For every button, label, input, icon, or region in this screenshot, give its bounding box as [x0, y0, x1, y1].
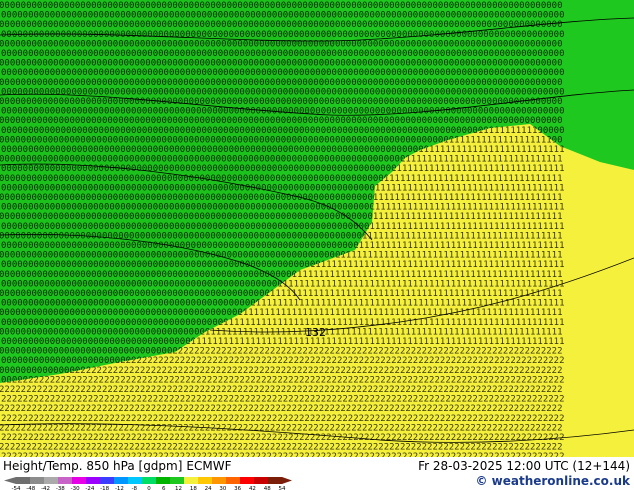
map-canvas: 0000000000000000000000000000000000000000… — [0, 0, 634, 457]
colorbar-tick-label: 30 — [219, 486, 226, 490]
colorbar-tick-label: -8 — [131, 486, 137, 490]
weather-map: 0000000000000000000000000000000000000000… — [0, 0, 634, 457]
colorbar-tick-label: -18 — [100, 486, 109, 490]
digit-row: 2222222222222222222222222222222222222222… — [0, 423, 563, 433]
colorbar-tick-label: 6 — [162, 486, 166, 490]
digit-row: 2222222222222222222222222222222222222222… — [1, 395, 565, 405]
digit-row: 0000000000000000000000000000000000000000… — [0, 116, 563, 126]
contour-label: 132 — [305, 326, 326, 339]
colorbar-swatch — [240, 477, 255, 484]
colorbar-swatch — [114, 477, 129, 484]
colorbar-swatch — [142, 477, 157, 484]
colorbar-swatch — [254, 477, 269, 484]
colorbar-swatch — [198, 477, 213, 484]
colorbar-tick-label: 12 — [175, 486, 182, 490]
digit-row: 0000000000000000000000000000000000000000… — [1, 30, 565, 40]
colorbar-swatch — [30, 477, 45, 484]
colorbar-swatch — [268, 477, 283, 484]
digit-row: 2222222222222222222222222222222222222222… — [1, 414, 565, 424]
colorbar-swatch — [128, 477, 143, 484]
colorbar-tick-label: 42 — [249, 486, 256, 490]
colorbar-tick-label: 54 — [279, 486, 286, 490]
colorbar-tick-label: -42 — [41, 486, 50, 490]
digit-row: 2222222222222222222222222222222222222222… — [0, 443, 563, 453]
valid-time: Fr 28-03-2025 12:00 UTC (12+144) — [418, 459, 630, 473]
digit-row: 0000000000000000000000000000000000000000… — [1, 49, 565, 59]
colorbar-tick-label: -12 — [115, 486, 124, 490]
colorbar-swatch — [212, 477, 227, 484]
digit-row: 0000000000000000000000000000000000000000… — [0, 59, 563, 69]
colorbar-swatch — [184, 477, 199, 484]
digit-row: 2222222222222222222222222222222222222222… — [1, 433, 565, 443]
digit-row: 2222222222222222222222222222222222222222… — [0, 385, 563, 395]
digit-row: 0000000000000000000000000000000000000000… — [1, 11, 565, 21]
colorbar-tick-label: -38 — [56, 486, 65, 490]
model-name: ECMWF — [186, 459, 232, 473]
colorbar-tick-label: 0 — [147, 486, 151, 490]
colorbar-tick-label: -30 — [71, 486, 80, 490]
colorbar-left-arrow — [4, 477, 16, 484]
colorbar-tick-label: -54 — [12, 486, 21, 490]
site-credit-link[interactable]: © weatheronline.co.uk — [475, 474, 630, 488]
digit-row: 0000000000000000000000000000000000000000… — [1, 68, 565, 78]
colorbar-tick-label: 36 — [234, 486, 241, 490]
map-title-text: Height/Temp. 850 hPa [gdpm] — [3, 459, 183, 473]
digit-row: 2222222222222222222222222222222222222222… — [0, 404, 563, 414]
digit-row: 0000000000000000000000000000000000000000… — [0, 20, 563, 30]
colorbar-swatch — [44, 477, 59, 484]
map-footer: Height/Temp. 850 hPa [gdpm] ECMWF Fr 28-0… — [0, 457, 634, 490]
digit-row: 0000000000000000000000000000000000000000… — [0, 1, 563, 11]
colorbar-right-arrow — [282, 477, 292, 484]
colorbar-swatch — [58, 477, 73, 484]
colorbar-swatch — [100, 477, 115, 484]
colorbar-swatch — [226, 477, 241, 484]
digit-row: 0000000000000000000000000000000000000000… — [0, 97, 563, 107]
colorbar-tick-label: -24 — [85, 486, 94, 490]
colorbar-tick-label: 48 — [264, 486, 271, 490]
colorbar-swatch — [170, 477, 185, 484]
colorbar-tick-label: -48 — [26, 486, 35, 490]
colorbar-swatch — [86, 477, 101, 484]
colorbar-swatch — [72, 477, 87, 484]
colorbar-tick-label: 18 — [190, 486, 197, 490]
colorbar-swatch — [156, 477, 171, 484]
colorbar-swatch — [16, 477, 31, 484]
digit-row: 2222222222222222222222222222222222222222… — [1, 375, 565, 385]
map-title: Height/Temp. 850 hPa [gdpm] ECMWF — [3, 459, 232, 473]
digit-row: 0000000000000000000000000000000000000000… — [0, 78, 563, 88]
temperature-colorbar: -54 -48 -42 -38 -30 -24 -18 -12 -8 0 6 12 18 24 30 36 42… — [4, 477, 292, 490]
colorbar-tick-label: 24 — [205, 486, 212, 490]
